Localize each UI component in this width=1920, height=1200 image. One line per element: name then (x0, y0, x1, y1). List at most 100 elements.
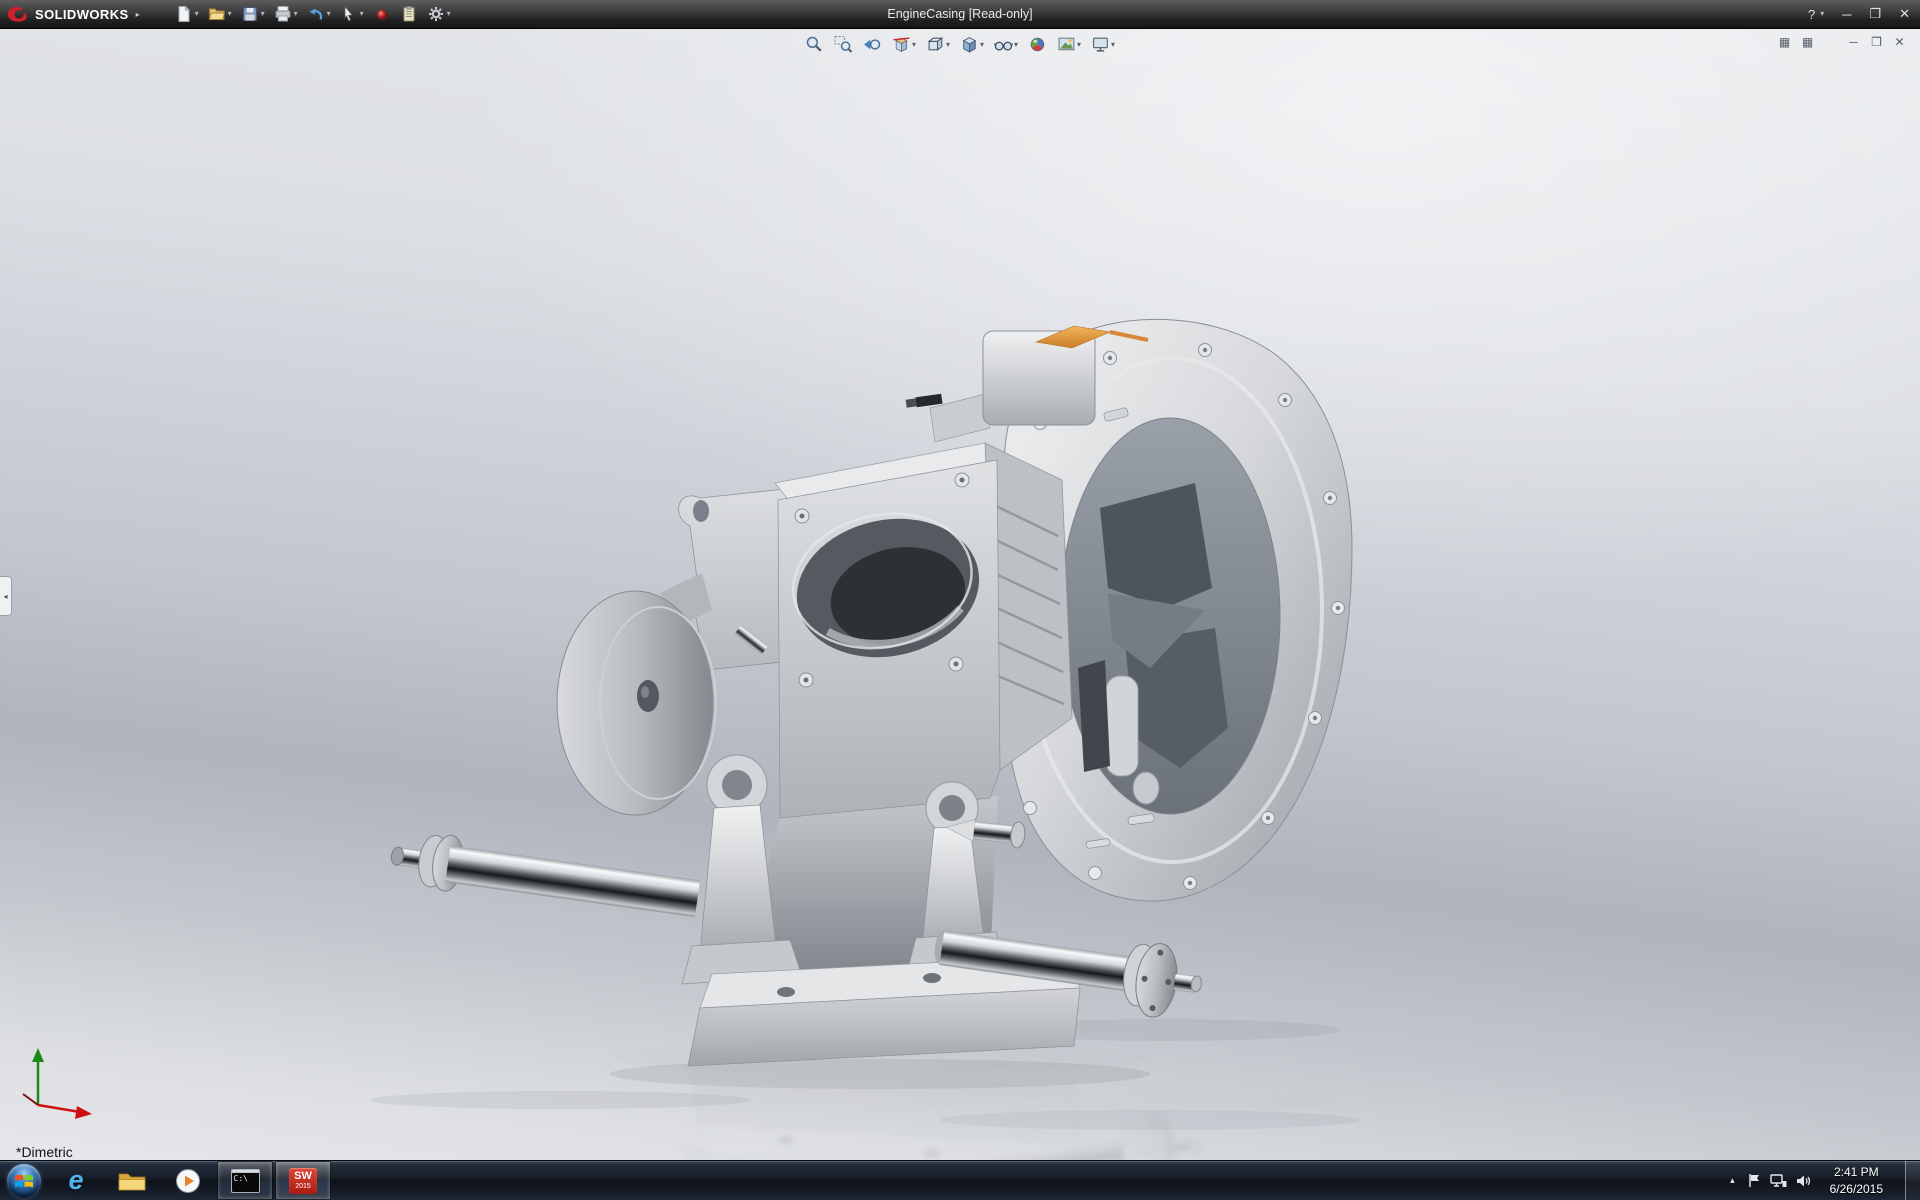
dropdown-arrow-icon[interactable]: ▾ (327, 10, 331, 18)
save-button[interactable]: ▾ (238, 2, 268, 26)
display-style-button[interactable]: ▾ (957, 33, 987, 56)
internet-explorer-icon: e (68, 1167, 83, 1194)
system-tray: ▴ 2:41 PM 6/26/2015 (1727, 1161, 1920, 1200)
print-icon (274, 5, 292, 23)
dropdown-arrow-icon[interactable]: ▾ (1014, 40, 1018, 49)
new-document-button[interactable]: ▾ (172, 2, 202, 26)
view-orientation-label: *Dimetric (16, 1144, 73, 1160)
desktop: SOLIDWORKS ▸ ▾ ▾ (0, 0, 1920, 1200)
file-properties-icon (400, 5, 418, 23)
zoom-to-area-button[interactable] (831, 33, 856, 56)
windows-orb-icon (7, 1164, 41, 1198)
media-player-icon (175, 1168, 201, 1194)
view-orientation-button[interactable]: ▾ (923, 33, 953, 56)
command-prompt-text: C:\ (232, 1173, 259, 1183)
taskbar-solidworks[interactable]: SW 2015 (275, 1161, 331, 1200)
rebuild-button[interactable] (370, 2, 394, 26)
document-window-controls: ▦ ▦ ─ ❐ ✕ (1776, 34, 1908, 50)
engine-casing-model[interactable] (0, 28, 1920, 1161)
action-center-flag-icon[interactable] (1747, 1173, 1761, 1188)
taskbar-media-player[interactable] (161, 1161, 215, 1200)
clock-time: 2:41 PM (1830, 1164, 1883, 1180)
eyeglasses-icon (994, 35, 1013, 54)
options-button[interactable]: ▾ (424, 2, 454, 26)
chevron-left-icon: ◂ (3, 592, 7, 601)
view-orientation-icon (926, 35, 945, 54)
previous-view-button[interactable] (860, 33, 885, 56)
appearance-ball-icon (1028, 35, 1047, 54)
brand-menu-arrow-icon[interactable]: ▸ (136, 10, 140, 19)
doc-close-button[interactable]: ✕ (1891, 34, 1908, 50)
file-properties-button[interactable] (397, 2, 421, 26)
help-glyph: ? (1808, 7, 1815, 22)
taskbar-clock[interactable]: 2:41 PM 6/26/2015 (1821, 1164, 1892, 1196)
dropdown-arrow-icon[interactable]: ▾ (195, 10, 199, 18)
dropdown-arrow-icon[interactable]: ▾ (946, 40, 950, 49)
dropdown-arrow-icon[interactable]: ▾ (228, 10, 232, 18)
doc-minimize-button[interactable]: ─ (1845, 34, 1862, 50)
view-settings-icon (1091, 35, 1110, 54)
help-button[interactable]: ? ▾ (1808, 7, 1824, 22)
folder-icon (118, 1170, 146, 1192)
maximize-button[interactable]: ❐ (1869, 6, 1881, 22)
hide-show-items-button[interactable]: ▾ (991, 33, 1021, 56)
doc-window-icon[interactable]: ▦ (1776, 34, 1793, 50)
rebuild-icon (373, 5, 391, 23)
show-hidden-icons-button[interactable]: ▴ (1727, 1172, 1738, 1189)
previous-view-icon (863, 35, 882, 54)
solidworks-badge-text: SW (294, 1171, 312, 1183)
network-icon[interactable] (1770, 1174, 1787, 1188)
minimize-button[interactable]: ─ (1842, 7, 1851, 22)
dropdown-arrow-icon[interactable]: ▾ (912, 40, 916, 49)
dropdown-arrow-icon: ▾ (1820, 10, 1824, 18)
dropdown-arrow-icon[interactable]: ▾ (1111, 40, 1115, 49)
new-document-icon (175, 5, 193, 23)
select-cursor-icon (340, 5, 358, 23)
titlebar-controls: ? ▾ ─ ❐ ✕ (1808, 6, 1910, 22)
zoom-to-area-icon (834, 35, 853, 54)
edit-appearance-button[interactable] (1025, 33, 1050, 56)
zoom-to-fit-button[interactable] (802, 33, 827, 56)
taskbar-command-prompt[interactable]: C:\ (217, 1161, 273, 1200)
solidworks-badge-year: 2015 (295, 1183, 311, 1190)
save-floppy-icon (241, 5, 259, 23)
heads-up-view-toolbar: ▾ ▾ ▾ (802, 33, 1118, 56)
app-titlebar: SOLIDWORKS ▸ ▾ ▾ (0, 0, 1920, 29)
document-title: EngineCasing [Read-only] (887, 7, 1032, 21)
featuremanager-expand-tab[interactable]: ◂ (0, 576, 12, 616)
open-folder-icon (208, 5, 226, 23)
show-desktop-button[interactable] (1905, 1161, 1920, 1200)
dropdown-arrow-icon[interactable]: ▾ (1077, 40, 1081, 49)
view-settings-button[interactable]: ▾ (1088, 33, 1118, 56)
doc-window-icon[interactable]: ▦ (1799, 34, 1816, 50)
undo-arrow-icon (307, 5, 325, 23)
windows-taskbar: e C:\ SW 2015 ▴ (0, 1160, 1920, 1200)
open-button[interactable]: ▾ (205, 2, 235, 26)
dropdown-arrow-icon[interactable]: ▾ (447, 10, 451, 18)
undo-button[interactable]: ▾ (304, 2, 334, 26)
solidworks-menu[interactable]: SOLIDWORKS ▸ (0, 0, 150, 28)
close-button[interactable]: ✕ (1899, 6, 1910, 22)
dropdown-arrow-icon[interactable]: ▾ (360, 10, 364, 18)
graphics-area[interactable]: ▾ ▾ ▾ (0, 28, 1920, 1161)
gear-icon (427, 5, 445, 23)
volume-icon[interactable] (1796, 1174, 1812, 1188)
taskbar-windows-explorer[interactable] (105, 1161, 159, 1200)
apply-scene-button[interactable]: ▾ (1054, 33, 1084, 56)
clock-date: 6/26/2015 (1830, 1181, 1883, 1197)
dropdown-arrow-icon[interactable]: ▾ (980, 40, 984, 49)
section-view-button[interactable]: ▾ (889, 33, 919, 56)
dropdown-arrow-icon[interactable]: ▾ (294, 10, 298, 18)
taskbar-internet-explorer[interactable]: e (49, 1161, 103, 1200)
command-prompt-icon: C:\ (231, 1169, 260, 1193)
dropdown-arrow-icon[interactable]: ▾ (261, 10, 265, 18)
brand-text: SOLIDWORKS (35, 7, 129, 22)
start-button[interactable] (0, 1161, 48, 1200)
zoom-to-fit-icon (805, 35, 824, 54)
print-button[interactable]: ▾ (271, 2, 301, 26)
section-view-icon (892, 35, 911, 54)
doc-restore-button[interactable]: ❐ (1868, 34, 1885, 50)
select-button[interactable]: ▾ (337, 2, 367, 26)
windows-flag-icon (14, 1172, 34, 1190)
solidworks-app-icon: SW 2015 (289, 1168, 317, 1194)
